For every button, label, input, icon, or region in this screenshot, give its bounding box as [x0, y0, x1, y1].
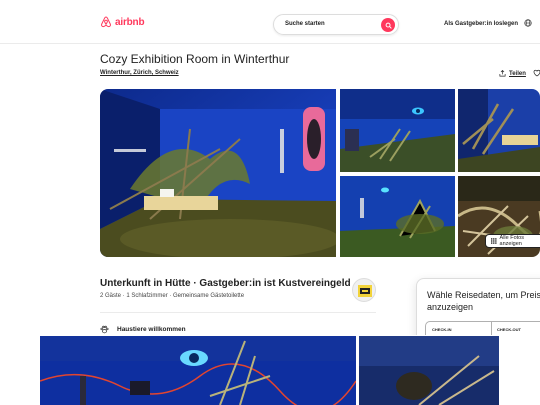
listing-subtitle: Unterkunft in Hütte · Gastgeber:in ist K… — [100, 278, 351, 289]
gallery-photo-2[interactable] — [340, 89, 455, 172]
amenity-pets-row: Haustiere willkommen — [100, 325, 186, 334]
listing-details: 2 Gäste · 1 Schlafzimmer · Gemeinsame Gä… — [100, 293, 245, 299]
top-nav: airbnb Suche starten Als Gastgeber:in lo… — [0, 0, 540, 44]
airbnb-logo-icon — [101, 16, 111, 28]
search-label[interactable]: Suche starten — [285, 21, 325, 27]
listing-title: Cozy Exhibition Room in Winterthur — [100, 52, 290, 66]
paw-icon — [100, 325, 109, 334]
brand-name: airbnb — [115, 16, 145, 28]
search-button[interactable] — [381, 18, 395, 32]
main-photo[interactable] — [100, 89, 336, 257]
checkout-label[interactable]: CHECK-OUT — [497, 327, 521, 332]
checkin-label[interactable]: CHECK-IN — [432, 327, 452, 332]
search-bar[interactable]: Suche starten — [273, 14, 399, 35]
share-label: Teilen — [509, 70, 526, 77]
heart-icon[interactable] — [533, 69, 540, 77]
listing-location-link[interactable]: Winterthur, Zürich, Schweiz — [100, 70, 179, 76]
globe-icon[interactable] — [524, 19, 532, 27]
become-host-link[interactable]: Als Gastgeber:in loslegen — [444, 21, 518, 27]
host-avatar[interactable] — [352, 278, 376, 302]
show-all-photos-button[interactable]: Alle Fotos anzeigen — [485, 234, 540, 248]
share-icon — [499, 70, 506, 77]
search-icon — [385, 22, 392, 29]
preview-photo-1[interactable] — [40, 336, 356, 405]
airbnb-logo[interactable]: airbnb — [100, 16, 145, 28]
booking-title: Wähle Reisedaten, um Preise anzuzeigen — [427, 290, 540, 312]
grid-icon — [491, 238, 497, 244]
section-divider — [100, 312, 376, 313]
amenity-pets-label: Haustiere willkommen — [117, 326, 186, 333]
gallery-photo-4[interactable] — [340, 176, 455, 257]
show-all-photos-label: Alle Fotos anzeigen — [499, 235, 524, 247]
preview-photo-2[interactable] — [359, 336, 499, 405]
gallery-photo-3[interactable] — [458, 89, 540, 172]
share-button[interactable]: Teilen — [499, 70, 526, 77]
